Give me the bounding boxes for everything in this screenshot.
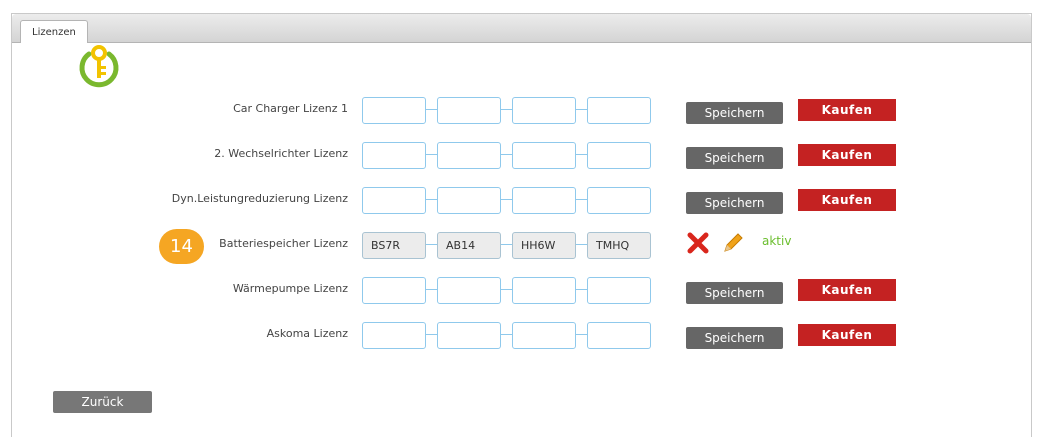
license-key-part-1[interactable] xyxy=(362,322,426,349)
license-key-part-2[interactable] xyxy=(437,322,501,349)
tab-bar: Lizenzen xyxy=(12,14,1031,43)
license-key-part-3[interactable] xyxy=(512,277,576,304)
license-key-part-3[interactable] xyxy=(512,322,576,349)
license-key-part-2[interactable] xyxy=(437,232,501,259)
separator xyxy=(426,334,437,335)
license-key-part-3[interactable] xyxy=(512,232,576,259)
license-key-part-1[interactable] xyxy=(362,187,426,214)
license-key-part-3[interactable] xyxy=(512,142,576,169)
license-label: Wärmepumpe Lizenz xyxy=(232,282,348,295)
license-key-part-2[interactable] xyxy=(437,277,501,304)
license-label: Batteriespeicher Lizenz xyxy=(219,237,348,250)
license-key-part-4[interactable] xyxy=(587,277,651,304)
buy-button[interactable]: Kaufen xyxy=(798,189,896,211)
buy-button[interactable]: Kaufen xyxy=(798,144,896,166)
license-key-part-4[interactable] xyxy=(587,232,651,259)
status-active: aktiv xyxy=(762,234,792,248)
separator xyxy=(501,244,512,245)
separator xyxy=(501,334,512,335)
license-label: Car Charger Lizenz 1 xyxy=(233,102,348,115)
separator xyxy=(576,199,587,200)
pencil-icon[interactable] xyxy=(721,231,745,255)
separator xyxy=(501,109,512,110)
separator xyxy=(426,109,437,110)
license-panel: Lizenzen xyxy=(11,13,1032,437)
separator xyxy=(501,289,512,290)
license-key-part-4[interactable] xyxy=(587,322,651,349)
license-key-part-1[interactable] xyxy=(362,97,426,124)
license-key-part-4[interactable] xyxy=(587,142,651,169)
close-icon[interactable] xyxy=(686,231,710,255)
license-key-part-3[interactable] xyxy=(512,97,576,124)
license-key-part-2[interactable] xyxy=(437,187,501,214)
separator xyxy=(576,154,587,155)
license-key-part-1[interactable] xyxy=(362,142,426,169)
buy-button[interactable]: Kaufen xyxy=(798,279,896,301)
license-key-part-1[interactable] xyxy=(362,277,426,304)
buy-button[interactable]: Kaufen xyxy=(798,99,896,121)
separator xyxy=(501,154,512,155)
license-label: Dyn.Leistungreduzierung Lizenz xyxy=(171,192,348,205)
separator xyxy=(576,334,587,335)
license-label: 2. Wechselrichter Lizenz xyxy=(214,147,348,160)
save-button[interactable]: Speichern xyxy=(686,282,783,304)
separator xyxy=(426,244,437,245)
separator xyxy=(426,154,437,155)
license-key-part-1[interactable] xyxy=(362,232,426,259)
save-button[interactable]: Speichern xyxy=(686,102,783,124)
save-button[interactable]: Speichern xyxy=(686,192,783,214)
buy-button[interactable]: Kaufen xyxy=(798,324,896,346)
key-power-icon xyxy=(79,45,119,88)
separator xyxy=(576,244,587,245)
separator xyxy=(426,289,437,290)
license-key-part-2[interactable] xyxy=(437,97,501,124)
license-key-part-4[interactable] xyxy=(587,187,651,214)
separator xyxy=(576,109,587,110)
license-key-part-4[interactable] xyxy=(587,97,651,124)
save-button[interactable]: Speichern xyxy=(686,147,783,169)
license-label: Askoma Lizenz xyxy=(266,327,348,340)
license-key-part-3[interactable] xyxy=(512,187,576,214)
license-key-part-2[interactable] xyxy=(437,142,501,169)
separator xyxy=(576,289,587,290)
back-button[interactable]: Zurück xyxy=(53,391,152,413)
tab-lizenzen[interactable]: Lizenzen xyxy=(20,20,88,43)
save-button[interactable]: Speichern xyxy=(686,327,783,349)
separator xyxy=(501,199,512,200)
separator xyxy=(426,199,437,200)
